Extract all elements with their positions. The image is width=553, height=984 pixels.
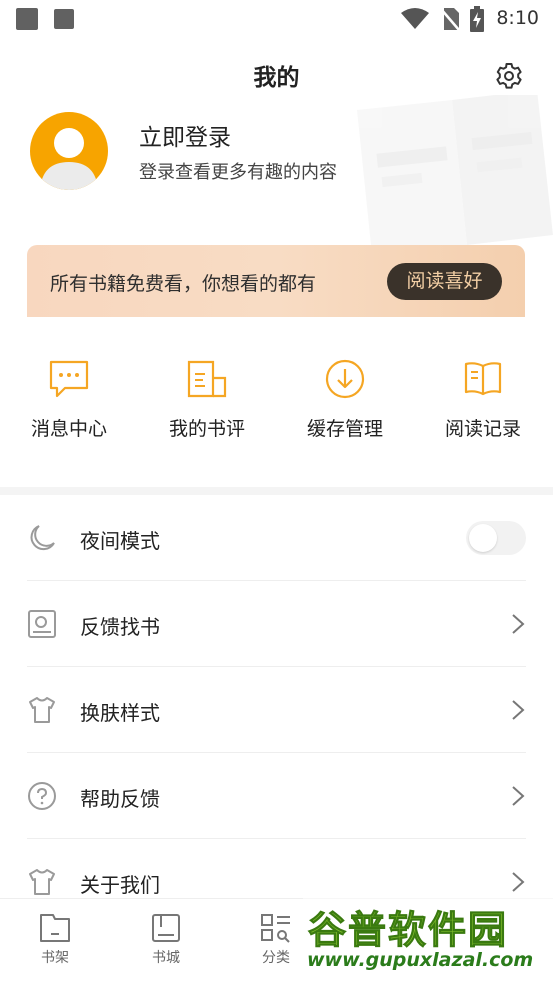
no-sim-icon: [440, 8, 460, 31]
chevron-right-icon: [512, 614, 525, 634]
bookstore-icon: [152, 914, 180, 942]
avatar[interactable]: [30, 112, 108, 190]
status-time: 8:10: [496, 7, 539, 29]
promo-banner: 所有书籍免费看，你想看的都有 阅读喜好: [27, 245, 525, 317]
book-review-icon: [187, 360, 227, 398]
settings-row-label: 反馈找书: [80, 615, 160, 639]
settings-row-label: 帮助反馈: [80, 787, 160, 811]
section-divider: [0, 487, 553, 495]
tab-label: 书架: [41, 950, 69, 966]
quick-action-reviews[interactable]: 我的书评: [138, 358, 276, 441]
shirt-icon: [29, 697, 55, 723]
reading-preference-button[interactable]: 阅读喜好: [387, 263, 502, 300]
chevron-right-icon: [512, 786, 525, 806]
quick-action-history[interactable]: 阅读记录: [414, 358, 552, 441]
book-decoration: [357, 95, 553, 255]
status-bar: 8:10: [0, 0, 553, 40]
settings-row-help[interactable]: 帮助反馈: [0, 753, 553, 839]
tab-bookstore[interactable]: 书城: [136, 913, 196, 967]
quick-action-label: 我的书评: [168, 418, 245, 440]
help-icon: [28, 782, 56, 810]
settings-row-label: 关于我们: [80, 873, 160, 897]
shirt-icon: [29, 869, 55, 895]
quick-action-label: 缓存管理: [306, 418, 383, 440]
toggle-knob: [469, 524, 497, 552]
moon-icon: [30, 525, 55, 551]
settings-row-label: 换肤样式: [80, 701, 160, 725]
banner-text: 所有书籍免费看，你想看的都有: [50, 273, 317, 295]
search-book-icon: [28, 610, 56, 638]
settings-row-skin[interactable]: 换肤样式: [0, 667, 553, 753]
settings-row-feedback-book[interactable]: 反馈找书: [0, 581, 553, 667]
settings-row-night-mode: 夜间模式: [0, 495, 553, 581]
chevron-right-icon: [512, 872, 525, 892]
gear-icon[interactable]: [495, 62, 523, 90]
quick-action-messages[interactable]: 消息中心: [0, 358, 138, 441]
tab-category[interactable]: 分类: [246, 913, 306, 967]
tab-bookshelf[interactable]: 书架: [25, 913, 85, 967]
night-mode-toggle[interactable]: [466, 521, 526, 555]
wifi-icon: [401, 8, 429, 29]
tab-label: 书城: [152, 950, 180, 966]
login-title[interactable]: 立即登录: [139, 118, 231, 152]
login-subtitle: 登录查看更多有趣的内容: [139, 162, 337, 183]
download-icon: [325, 359, 365, 399]
bookshelf-icon: [40, 914, 70, 942]
chevron-right-icon: [512, 700, 525, 720]
settings-row-label: 夜间模式: [80, 529, 160, 553]
quick-action-label: 消息中心: [30, 418, 107, 440]
open-book-icon: [464, 362, 502, 396]
watermark-url: www.gupuxlazal.com: [307, 949, 534, 971]
notification-icon: [16, 8, 38, 30]
quick-action-cache[interactable]: 缓存管理: [276, 358, 414, 441]
watermark-logo-text: 谷普软件园: [307, 908, 509, 953]
tab-label: 分类: [262, 950, 290, 966]
watermark: 谷普软件园 www.gupuxlazal.com: [303, 895, 553, 983]
user-avatar-icon: [40, 128, 98, 190]
message-icon: [49, 360, 89, 398]
notification-icon: [54, 9, 74, 29]
page-title: 我的: [253, 65, 300, 91]
battery-icon: [470, 6, 484, 32]
category-icon: [261, 914, 290, 943]
quick-action-label: 阅读记录: [444, 418, 521, 440]
